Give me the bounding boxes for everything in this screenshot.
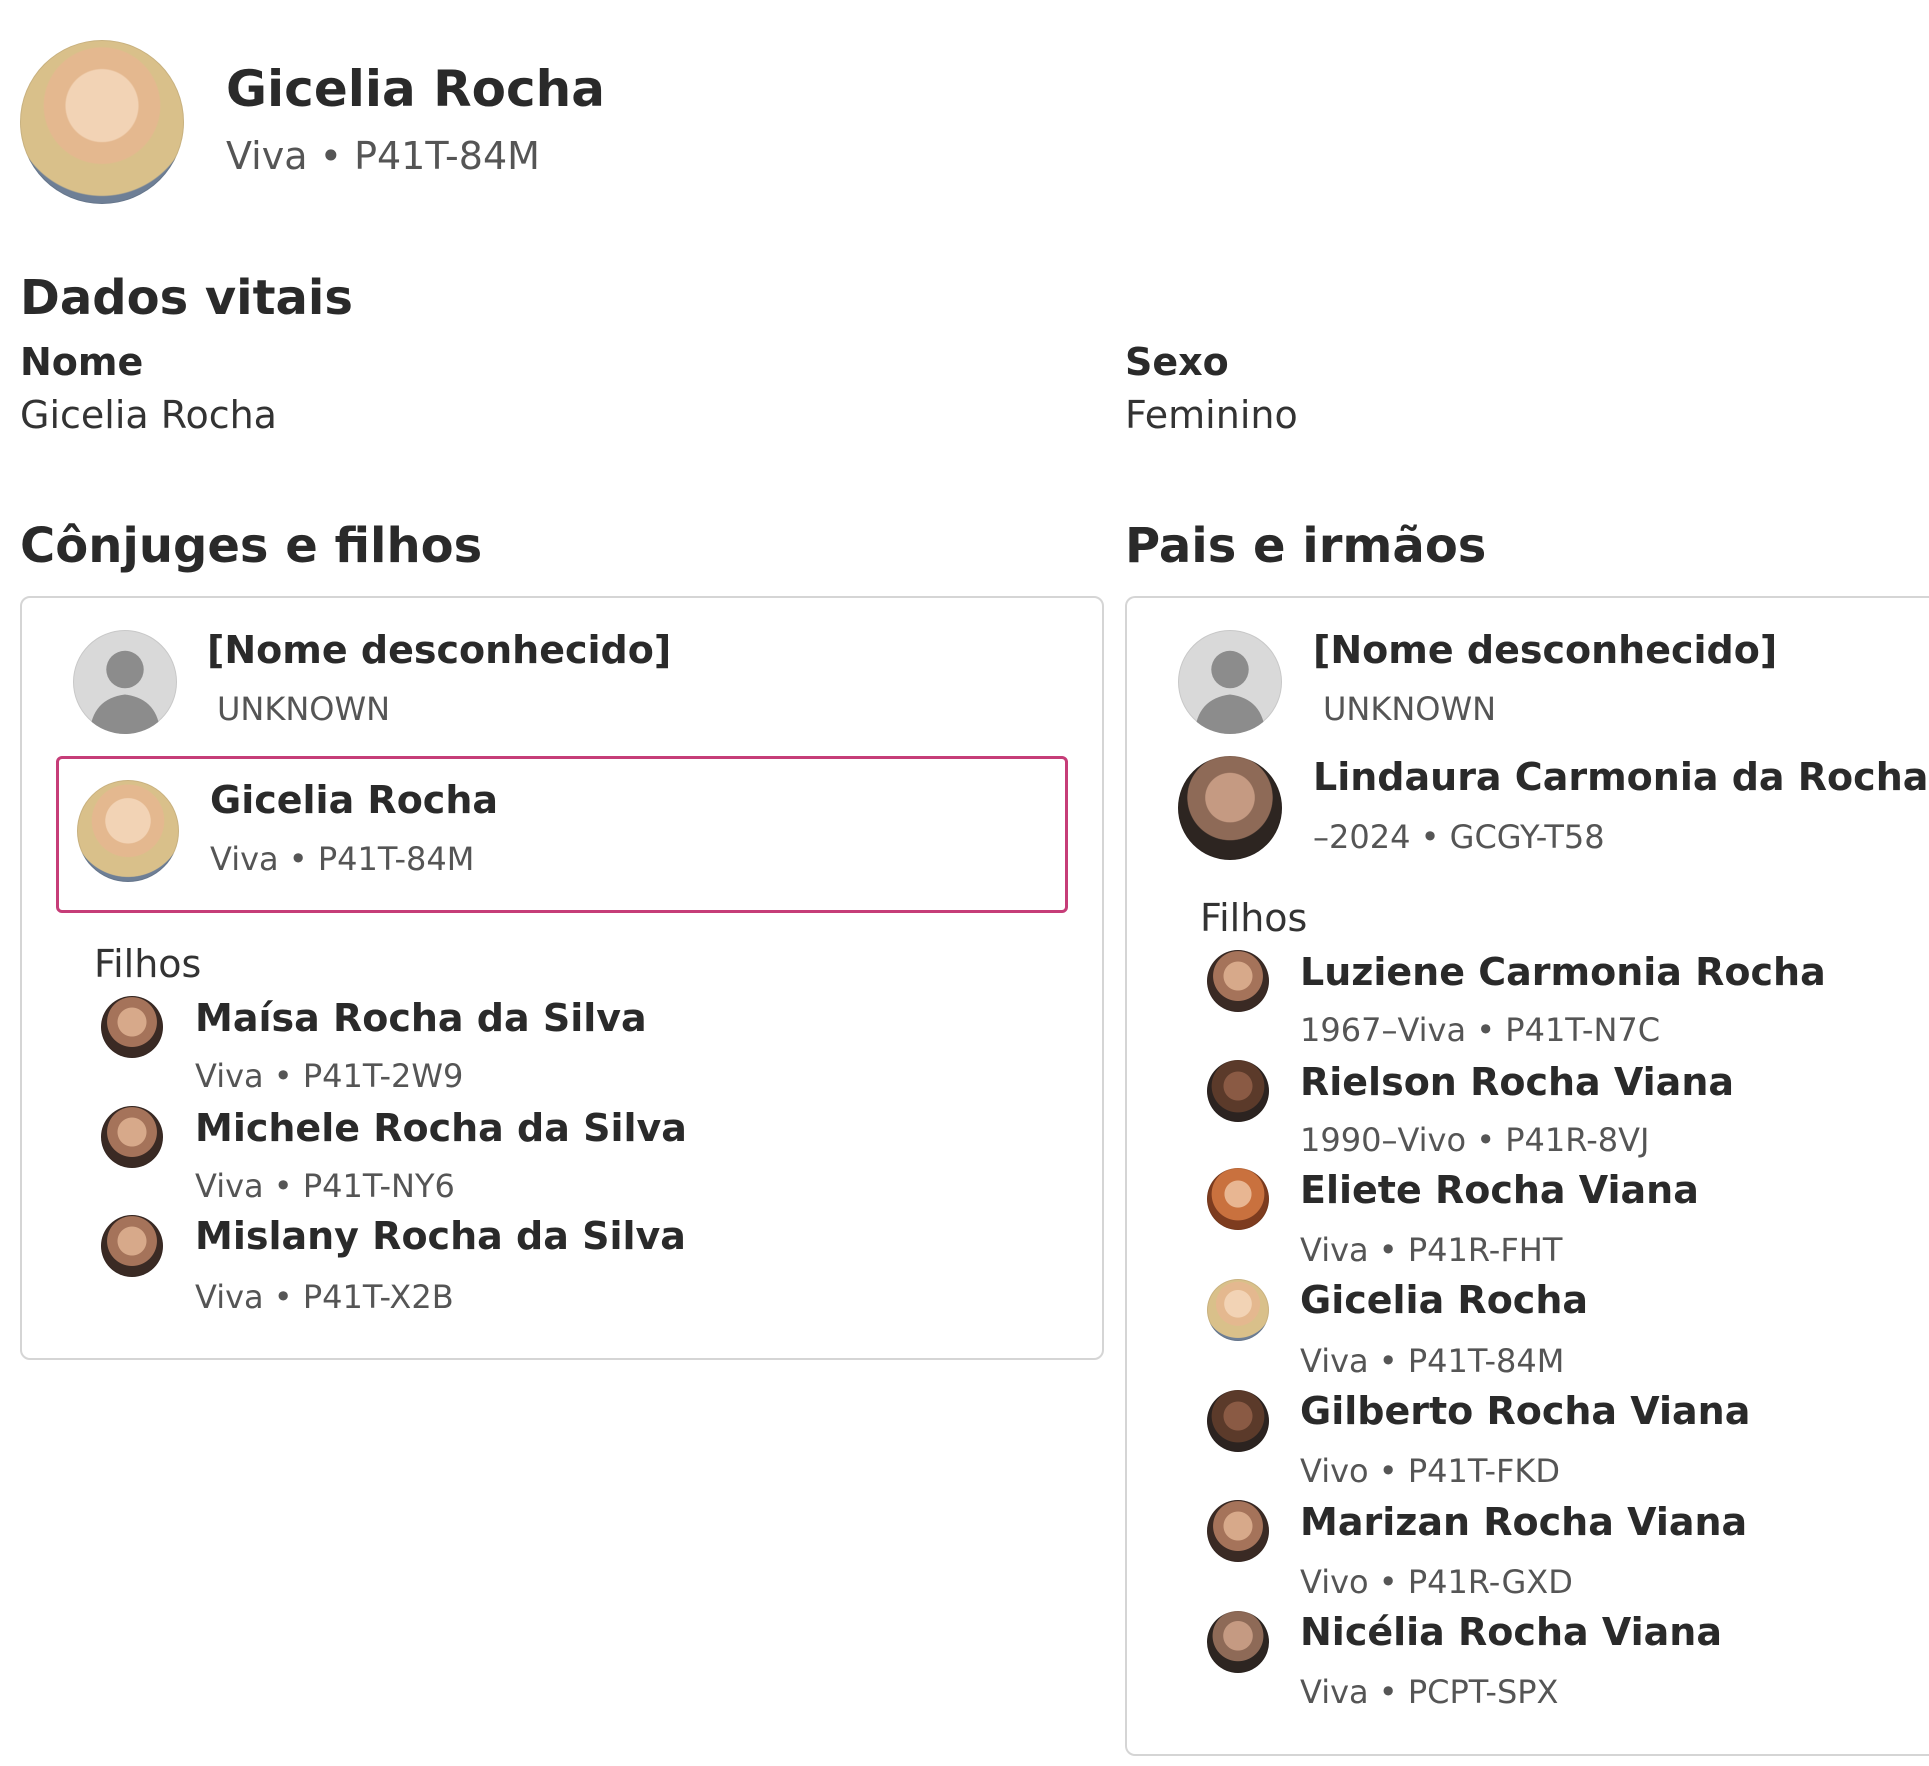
spouse-name[interactable]: [Nome desconhecido] xyxy=(207,628,671,672)
sibling-sub: Viva • PCPT-SPX xyxy=(1300,1673,1559,1711)
child-sub: Viva • P41T-NY6 xyxy=(195,1167,455,1205)
sibling-avatar[interactable] xyxy=(1207,950,1269,1012)
child-name[interactable]: Michele Rocha da Silva xyxy=(195,1106,687,1150)
sibling-children-label: Filhos xyxy=(1200,896,1308,940)
selected-person-sub: Viva • P41T-84M xyxy=(210,840,475,878)
sibling-avatar[interactable] xyxy=(1207,1279,1269,1341)
profile-avatar[interactable] xyxy=(20,40,184,204)
sibling-name[interactable]: Marizan Rocha Viana xyxy=(1300,1500,1747,1544)
sibling-avatar[interactable] xyxy=(1207,1390,1269,1452)
spouse-sub: UNKNOWN xyxy=(217,690,391,728)
sibling-sub: Vivo • P41R-GXD xyxy=(1300,1563,1573,1601)
unknown-person-icon[interactable] xyxy=(1178,630,1282,734)
child-name[interactable]: Mislany Rocha da Silva xyxy=(195,1214,686,1258)
vitals-heading: Dados vitais xyxy=(20,270,353,326)
name-value: Gicelia Rocha xyxy=(20,393,277,437)
parent-avatar[interactable] xyxy=(1178,756,1282,860)
unknown-person-icon[interactable] xyxy=(73,630,177,734)
parent-sub: UNKNOWN xyxy=(1323,690,1497,728)
parents-heading: Pais e irmãos xyxy=(1125,518,1487,574)
sibling-sub: 1990–Vivo • P41R-8VJ xyxy=(1300,1121,1650,1159)
sibling-sub: 1967–Viva • P41T-N7C xyxy=(1300,1011,1661,1049)
sibling-sub: Viva • P41T-84M xyxy=(1300,1342,1565,1380)
sibling-avatar[interactable] xyxy=(1207,1611,1269,1673)
sibling-name[interactable]: Gilberto Rocha Viana xyxy=(1300,1389,1750,1433)
child-sub: Viva • P41T-2W9 xyxy=(195,1057,464,1095)
sibling-name[interactable]: Gicelia Rocha xyxy=(1300,1278,1588,1322)
sibling-sub: Vivo • P41T-FKD xyxy=(1300,1452,1561,1490)
child-avatar[interactable] xyxy=(101,1106,163,1168)
sibling-name[interactable]: Eliete Rocha Viana xyxy=(1300,1168,1699,1212)
sex-label: Sexo xyxy=(1125,340,1229,384)
sibling-name[interactable]: Luziene Carmonia Rocha xyxy=(1300,950,1826,994)
parent-sub: –2024 • GCGY-T58 xyxy=(1313,818,1605,856)
child-avatar[interactable] xyxy=(101,996,163,1058)
sibling-sub: Viva • P41R-FHT xyxy=(1300,1231,1563,1269)
sibling-avatar[interactable] xyxy=(1207,1500,1269,1562)
sibling-avatar[interactable] xyxy=(1207,1168,1269,1230)
selected-person-avatar[interactable] xyxy=(77,780,179,882)
parent-name[interactable]: Lindaura Carmonia da Rocha xyxy=(1313,755,1928,799)
profile-name: Gicelia Rocha xyxy=(226,60,605,118)
sex-value: Feminino xyxy=(1125,393,1298,437)
selected-person-name[interactable]: Gicelia Rocha xyxy=(210,778,498,822)
child-avatar[interactable] xyxy=(101,1215,163,1277)
child-name[interactable]: Maísa Rocha da Silva xyxy=(195,996,647,1040)
profile-sub: Viva • P41T-84M xyxy=(226,134,540,178)
name-label: Nome xyxy=(20,340,144,384)
selected-person-box[interactable] xyxy=(56,756,1068,913)
spouse-children-label: Filhos xyxy=(94,942,202,986)
child-sub: Viva • P41T-X2B xyxy=(195,1278,454,1316)
spouses-heading: Cônjuges e filhos xyxy=(20,518,483,574)
sibling-avatar[interactable] xyxy=(1207,1060,1269,1122)
parent-name[interactable]: [Nome desconhecido] xyxy=(1313,628,1777,672)
sibling-name[interactable]: Rielson Rocha Viana xyxy=(1300,1060,1734,1104)
sibling-name[interactable]: Nicélia Rocha Viana xyxy=(1300,1610,1722,1654)
